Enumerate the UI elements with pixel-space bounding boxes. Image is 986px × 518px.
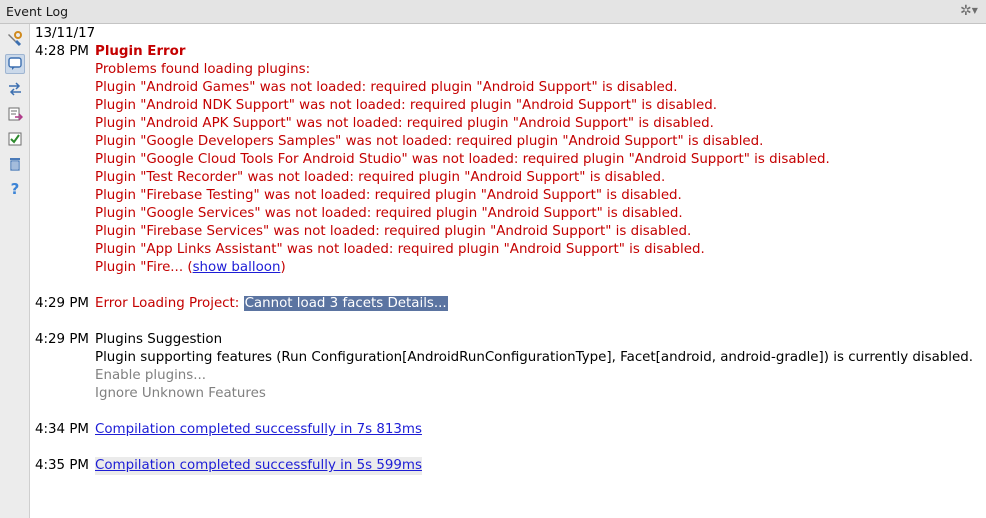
entry-time: 4:34 PM <box>35 422 89 437</box>
entry-title: Error Loading Project: <box>95 296 244 311</box>
compare-icon[interactable] <box>5 79 25 99</box>
help-icon[interactable]: ? <box>5 179 25 199</box>
window-title: Event Log <box>6 4 69 19</box>
balloon-icon[interactable] <box>5 54 25 74</box>
plugin-error-line: Plugin "Firebase Testing" was not loaded… <box>95 188 682 203</box>
entry-time: 4:35 PM <box>35 458 89 473</box>
export-icon[interactable] <box>5 104 25 124</box>
plugin-error-line: Plugin "Test Recorder" was not loaded: r… <box>95 170 666 185</box>
settings-icon[interactable] <box>5 29 25 49</box>
entry-time: 4:29 PM <box>35 296 89 311</box>
gear-icon[interactable]: ✲▼ <box>960 3 978 19</box>
plugin-error-line: Plugin "Google Services" was not loaded:… <box>95 206 683 221</box>
entry-title: Plugins Suggestion <box>95 332 223 347</box>
compilation-link[interactable]: Compilation completed successfully in 7s… <box>95 421 422 439</box>
suggestion-text: Plugin supporting features (Run Configur… <box>95 350 974 365</box>
plugin-error-truncated: Plugin "Fire... (show balloon) <box>95 260 286 275</box>
plugin-error-line: Plugin "Firebase Services" was not loade… <box>95 224 692 239</box>
ignore-features-link[interactable]: Ignore Unknown Features <box>95 385 266 403</box>
plugin-error-line: Plugin "Android APK Support" was not loa… <box>95 116 714 131</box>
compilation-link[interactable]: Compilation completed successfully in 5s… <box>95 457 422 475</box>
left-toolbar: ? <box>0 24 30 518</box>
plugin-error-line: Plugin "Google Cloud Tools For Android S… <box>95 152 830 167</box>
enable-plugins-link[interactable]: Enable plugins... <box>95 367 206 385</box>
checkbox-icon[interactable] <box>5 129 25 149</box>
show-balloon-link[interactable]: show balloon <box>193 260 281 275</box>
entry-title: Plugin Error <box>95 44 186 59</box>
plugin-error-line: Plugin "App Links Assistant" was not loa… <box>95 242 705 257</box>
plugin-error-line: Plugin "Google Developers Samples" was n… <box>95 134 764 149</box>
trash-icon[interactable] <box>5 154 25 174</box>
entry-time: 4:29 PM <box>35 332 89 347</box>
entry-intro: Problems found loading plugins: <box>95 62 311 77</box>
entry-time: 4:28 PM <box>35 44 89 59</box>
details-link[interactable]: Cannot load 3 facets Details... <box>243 296 448 311</box>
plugin-error-line: Plugin "Android NDK Support" was not loa… <box>95 98 717 113</box>
plugin-error-line: Plugin "Android Games" was not loaded: r… <box>95 80 678 95</box>
title-bar: Event Log ✲▼ <box>0 0 986 24</box>
event-log: 13/11/17 4:28 PM Plugin Error Problems f… <box>35 26 974 475</box>
